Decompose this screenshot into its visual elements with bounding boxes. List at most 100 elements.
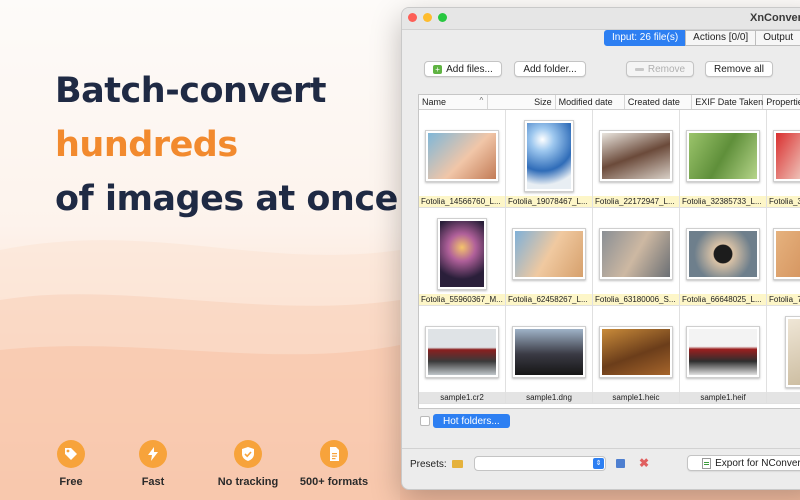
- save-icon[interactable]: [616, 459, 625, 468]
- headline-line-3: of images at once: [55, 179, 398, 219]
- column-created-date[interactable]: Created date: [625, 95, 693, 109]
- presets-select[interactable]: ⇕: [474, 456, 606, 471]
- file-name: Fotolia_32385733_L...: [680, 196, 766, 207]
- file-name: sample1.cr2: [419, 392, 505, 403]
- file-name: [767, 392, 800, 403]
- feature-label: Free: [59, 476, 83, 488]
- column-size[interactable]: Size: [488, 95, 556, 109]
- image-thumbnail: [599, 228, 673, 280]
- column-name[interactable]: Name ^: [419, 95, 489, 109]
- column-modified-date[interactable]: Modified date: [556, 95, 625, 109]
- list-item[interactable]: sample1.cr2: [419, 306, 506, 404]
- add-folder-button[interactable]: Add folder...: [514, 61, 586, 77]
- file-name: Fotolia_22172947_L...: [593, 196, 679, 207]
- export-label: Export for NConvert...: [715, 457, 800, 469]
- delete-icon[interactable]: ✖: [639, 456, 649, 470]
- file-name: Fotolia_66648025_L...: [680, 294, 766, 305]
- add-folder-label: Add folder...: [523, 63, 577, 75]
- file-list[interactable]: Name ^ Size Modified date Created date E…: [418, 94, 800, 409]
- tag-icon: [57, 440, 85, 468]
- xnconvert-window: XnConvert Input: 26 file(s) Actions [0/0…: [401, 7, 800, 490]
- hot-folders-row: Hot folders...: [420, 414, 510, 428]
- image-thumbnail: [437, 218, 487, 290]
- image-thumbnail: [773, 228, 800, 280]
- list-item[interactable]: Fotolia_66648025_L...: [680, 208, 767, 306]
- add-files-button[interactable]: + Add files...: [424, 61, 502, 77]
- feature-no-tracking: No tracking: [204, 440, 292, 488]
- close-window-button[interactable]: [408, 13, 417, 22]
- hot-folders-checkbox[interactable]: [420, 416, 430, 426]
- remove-all-button[interactable]: Remove all: [705, 61, 773, 77]
- image-thumbnail: [686, 130, 760, 182]
- document-icon: [320, 440, 348, 468]
- feature-free: Free: [40, 440, 102, 488]
- thumbnail-grid: Fotolia_14566760_L... Fotolia_19078467_L…: [419, 110, 800, 404]
- image-thumbnail: [425, 130, 499, 182]
- image-thumbnail: [785, 316, 800, 388]
- input-toolbar: + Add files... Add folder... Remove Remo…: [402, 61, 800, 79]
- export-document-icon: [702, 457, 712, 469]
- export-nconvert-button[interactable]: Export for NConvert...: [687, 455, 800, 471]
- main-tabs: Input: 26 file(s) Actions [0/0] Output: [604, 30, 800, 46]
- add-files-label: Add files...: [446, 63, 493, 75]
- list-item[interactable]: Fotolia_55960367_M...: [419, 208, 506, 306]
- tab-input[interactable]: Input: 26 file(s): [604, 30, 687, 46]
- list-item[interactable]: Fotolia_19078467_L...: [506, 110, 593, 208]
- list-item[interactable]: sample1.dng: [506, 306, 593, 404]
- file-name: Fotolia_63180006_S...: [593, 294, 679, 305]
- image-thumbnail: [512, 326, 586, 378]
- minus-icon: [634, 67, 644, 71]
- remove-button[interactable]: Remove: [626, 61, 694, 77]
- title-bar[interactable]: XnConvert: [402, 8, 800, 30]
- window-title: XnConvert: [750, 12, 800, 24]
- zoom-window-button[interactable]: [438, 13, 447, 22]
- column-exif-date[interactable]: EXIF Date Taken: [692, 95, 764, 109]
- file-name: Fotolia_3...: [767, 196, 800, 207]
- image-thumbnail: [686, 228, 760, 280]
- list-item[interactable]: Fotolia_22172947_L...: [593, 110, 680, 208]
- add-icon: +: [433, 64, 443, 74]
- column-name-label: Name: [422, 97, 447, 107]
- presets-bar: Presets: ⇕ ✖ Export for NConvert...: [402, 448, 800, 489]
- file-name: Fotolia_55960367_M...: [419, 294, 505, 305]
- list-item[interactable]: Fotolia_63180006_S...: [593, 208, 680, 306]
- hot-folders-button[interactable]: Hot folders...: [433, 414, 510, 428]
- chevron-updown-icon: ⇕: [593, 458, 604, 469]
- file-name: sample1.heif: [680, 392, 766, 403]
- image-thumbnail: [773, 130, 800, 182]
- file-name: Fotolia_7...: [767, 294, 800, 305]
- list-item[interactable]: Fotolia_62458267_L...: [506, 208, 593, 306]
- minimize-window-button[interactable]: [423, 13, 432, 22]
- remove-label: Remove: [647, 63, 686, 75]
- file-name: Fotolia_14566760_L...: [419, 196, 505, 207]
- shield-check-icon: [234, 440, 262, 468]
- image-thumbnail: [512, 228, 586, 280]
- feature-label: 500+ formats: [299, 476, 369, 488]
- window-controls: [408, 13, 447, 22]
- list-item[interactable]: Fotolia_32385733_L...: [680, 110, 767, 208]
- lightning-icon: [139, 440, 167, 468]
- list-item[interactable]: [767, 306, 800, 404]
- tab-output[interactable]: Output: [755, 30, 800, 46]
- folder-icon[interactable]: [452, 460, 463, 468]
- remove-all-label: Remove all: [713, 63, 765, 75]
- list-item[interactable]: sample1.heif: [680, 306, 767, 404]
- tab-actions[interactable]: Actions [0/0]: [685, 30, 757, 46]
- list-item[interactable]: sample1.heic: [593, 306, 680, 404]
- sort-ascending-icon: ^: [479, 96, 484, 105]
- file-name: sample1.dng: [506, 392, 592, 403]
- list-item[interactable]: Fotolia_3...: [767, 110, 800, 208]
- headline-line-1: Batch-convert: [55, 71, 326, 111]
- file-name: sample1.heic: [593, 392, 679, 403]
- headline-line-2: hundreds: [55, 125, 238, 165]
- column-properties[interactable]: Properties: [763, 95, 800, 109]
- image-thumbnail: [599, 130, 673, 182]
- list-item[interactable]: Fotolia_14566760_L...: [419, 110, 506, 208]
- image-thumbnail: [599, 326, 673, 378]
- image-thumbnail: [425, 326, 499, 378]
- feature-label: Fast: [141, 476, 165, 488]
- feature-list: Free Fast No tracking 500+ formats: [40, 440, 376, 488]
- list-item[interactable]: Fotolia_7...: [767, 208, 800, 306]
- image-thumbnail: [686, 326, 760, 378]
- feature-fast: Fast: [102, 440, 204, 488]
